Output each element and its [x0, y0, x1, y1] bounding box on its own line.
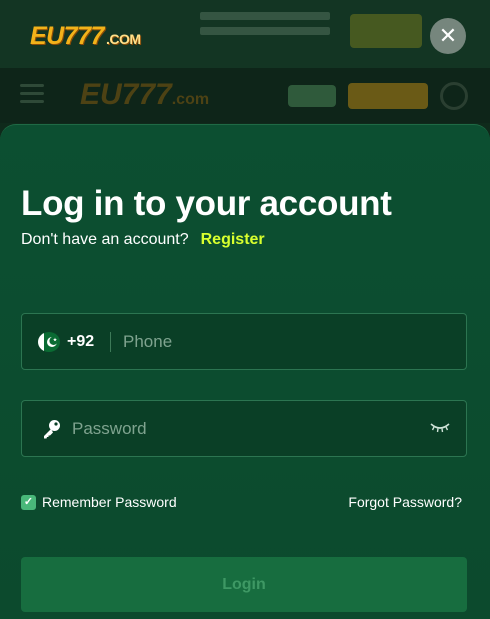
login-button[interactable]: Login [21, 557, 467, 612]
login-modal: Log in to your account Don't have an acc… [0, 124, 490, 619]
field-divider [110, 332, 111, 352]
remember-label: Remember Password [42, 494, 177, 510]
no-account-text: Don't have an account? [21, 231, 189, 248]
close-button[interactable]: ✕ [430, 18, 466, 54]
page-title: Log in to your account [21, 184, 392, 223]
password-field[interactable] [21, 400, 467, 457]
register-prompt: Don't have an account? Register [21, 231, 265, 249]
forgot-password-link[interactable]: Forgot Password? [348, 494, 462, 510]
password-input[interactable] [72, 401, 422, 456]
eye-closed-icon[interactable] [429, 420, 451, 434]
nav-button [288, 85, 336, 107]
close-icon: ✕ [438, 23, 458, 48]
nav-button [348, 83, 428, 109]
phone-input[interactable] [123, 314, 453, 369]
country-code[interactable]: +92 [67, 333, 94, 351]
register-link[interactable]: Register [201, 231, 265, 248]
eu777-logo: EU777 .COM [30, 22, 141, 50]
promo-text [200, 12, 330, 48]
menu-icon [20, 84, 44, 104]
nav-circle-icon [440, 82, 468, 110]
promo-button [350, 14, 422, 48]
key-icon [40, 417, 64, 441]
checkmark-icon[interactable]: ✓ [21, 494, 36, 510]
remember-password-checkbox[interactable]: ✓ Remember Password [21, 494, 177, 510]
pakistan-flag-icon[interactable] [38, 332, 60, 352]
top-banner: EU777 .COM [0, 0, 490, 68]
nav-logo: EU777.com [80, 78, 210, 111]
phone-field[interactable]: +92 [21, 313, 467, 370]
